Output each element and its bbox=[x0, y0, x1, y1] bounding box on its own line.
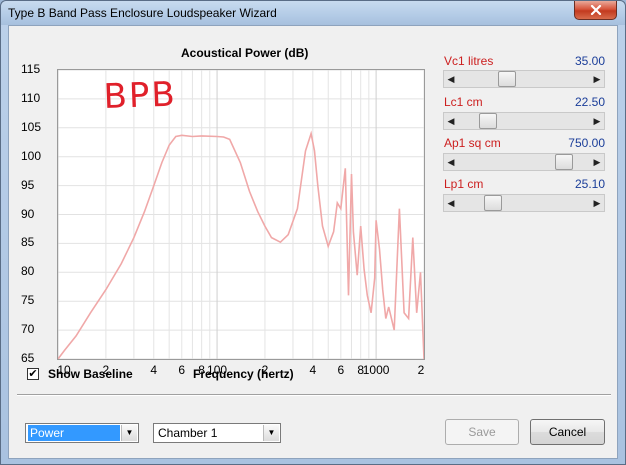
x-tick-label: 1000 bbox=[362, 363, 390, 377]
ap1-value: 750.00 bbox=[568, 136, 605, 150]
vc1-label: Vc1 litres bbox=[444, 54, 494, 68]
plot-area: BPB bbox=[57, 69, 425, 360]
lp1-scrollbar[interactable]: ◀ ▶ bbox=[443, 194, 605, 212]
y-tick-label: 95 bbox=[21, 177, 35, 192]
scroll-right-icon[interactable]: ▶ bbox=[590, 71, 604, 87]
scroll-left-icon[interactable]: ◀ bbox=[444, 195, 458, 211]
x-tick-label: 6 bbox=[337, 363, 345, 377]
show-baseline-label[interactable]: Show Baseline bbox=[48, 367, 133, 381]
y-tick-label: 90 bbox=[21, 206, 35, 221]
x-tick-label: 4 bbox=[150, 363, 158, 377]
scroll-right-icon[interactable]: ▶ bbox=[590, 113, 604, 129]
chevron-down-icon[interactable]: ▼ bbox=[121, 425, 137, 441]
mode-select[interactable]: Power ▼ bbox=[25, 423, 139, 443]
divider bbox=[17, 394, 611, 396]
y-tick-label: 115 bbox=[21, 62, 41, 76]
scroll-right-icon[interactable]: ▶ bbox=[590, 154, 604, 170]
lp1-thumb[interactable] bbox=[484, 195, 503, 211]
y-tick-label: 80 bbox=[21, 264, 35, 279]
lc1-label: Lc1 cm bbox=[444, 95, 483, 109]
x-tick-label: 2 bbox=[417, 363, 425, 377]
checkmark-icon: ✔ bbox=[28, 368, 38, 380]
title-bar[interactable]: Type B Band Pass Enclosure Loudspeaker W… bbox=[1, 1, 625, 25]
x-tick-label: 4 bbox=[309, 363, 317, 377]
x-tick-label: 6 bbox=[178, 363, 186, 377]
scroll-left-icon[interactable]: ◀ bbox=[444, 113, 458, 129]
wizard-window: Type B Band Pass Enclosure Loudspeaker W… bbox=[0, 0, 626, 465]
ap1-label: Ap1 sq cm bbox=[444, 136, 501, 150]
chart-svg: BPB bbox=[57, 69, 425, 360]
chevron-down-icon[interactable]: ▼ bbox=[263, 425, 279, 441]
y-tick-label: 105 bbox=[21, 119, 42, 134]
lp1-label: Lp1 cm bbox=[444, 177, 484, 191]
scroll-left-icon[interactable]: ◀ bbox=[444, 71, 458, 87]
window-title: Type B Band Pass Enclosure Loudspeaker W… bbox=[8, 6, 277, 20]
lc1-value: 22.50 bbox=[574, 95, 605, 109]
close-x-icon bbox=[590, 5, 601, 15]
vc1-scrollbar[interactable]: ◀ ▶ bbox=[443, 70, 605, 88]
y-tick-label: 85 bbox=[21, 235, 35, 250]
vc1-thumb[interactable] bbox=[497, 71, 516, 87]
y-tick-label: 70 bbox=[21, 322, 35, 337]
show-baseline-checkbox[interactable]: ✔ bbox=[27, 368, 39, 380]
chart-annotation: BPB bbox=[103, 74, 178, 117]
vc1-value: 35.00 bbox=[574, 54, 605, 68]
lp1-value: 25.10 bbox=[574, 177, 605, 191]
close-button[interactable] bbox=[574, 1, 617, 20]
cancel-button[interactable]: Cancel bbox=[530, 419, 605, 445]
ap1-scrollbar[interactable]: ◀ ▶ bbox=[443, 153, 605, 171]
lc1-scrollbar[interactable]: ◀ ▶ bbox=[443, 112, 605, 130]
dialog-client: Acoustical Power (dB) 115 110 105 100 95 90 85… bbox=[8, 25, 618, 459]
scroll-left-icon[interactable]: ◀ bbox=[444, 154, 458, 170]
y-tick-label: 100 bbox=[21, 148, 42, 163]
lc1-thumb[interactable] bbox=[478, 113, 497, 129]
y-tick-label: 110 bbox=[21, 90, 41, 105]
chamber-select[interactable]: Chamber 1 ▼ bbox=[153, 423, 281, 443]
y-tick-label: 65 bbox=[21, 351, 35, 365]
chamber-select-value: Chamber 1 bbox=[158, 426, 218, 440]
mode-select-value: Power bbox=[28, 425, 120, 441]
scroll-right-icon[interactable]: ▶ bbox=[590, 195, 604, 211]
y-tick-label: 75 bbox=[21, 293, 35, 308]
ap1-thumb[interactable] bbox=[554, 154, 573, 170]
chart-title: Acoustical Power (dB) bbox=[181, 46, 309, 60]
save-button[interactable]: Save bbox=[445, 419, 519, 445]
frequency-axis-label: Frequency (hertz) bbox=[193, 367, 294, 381]
